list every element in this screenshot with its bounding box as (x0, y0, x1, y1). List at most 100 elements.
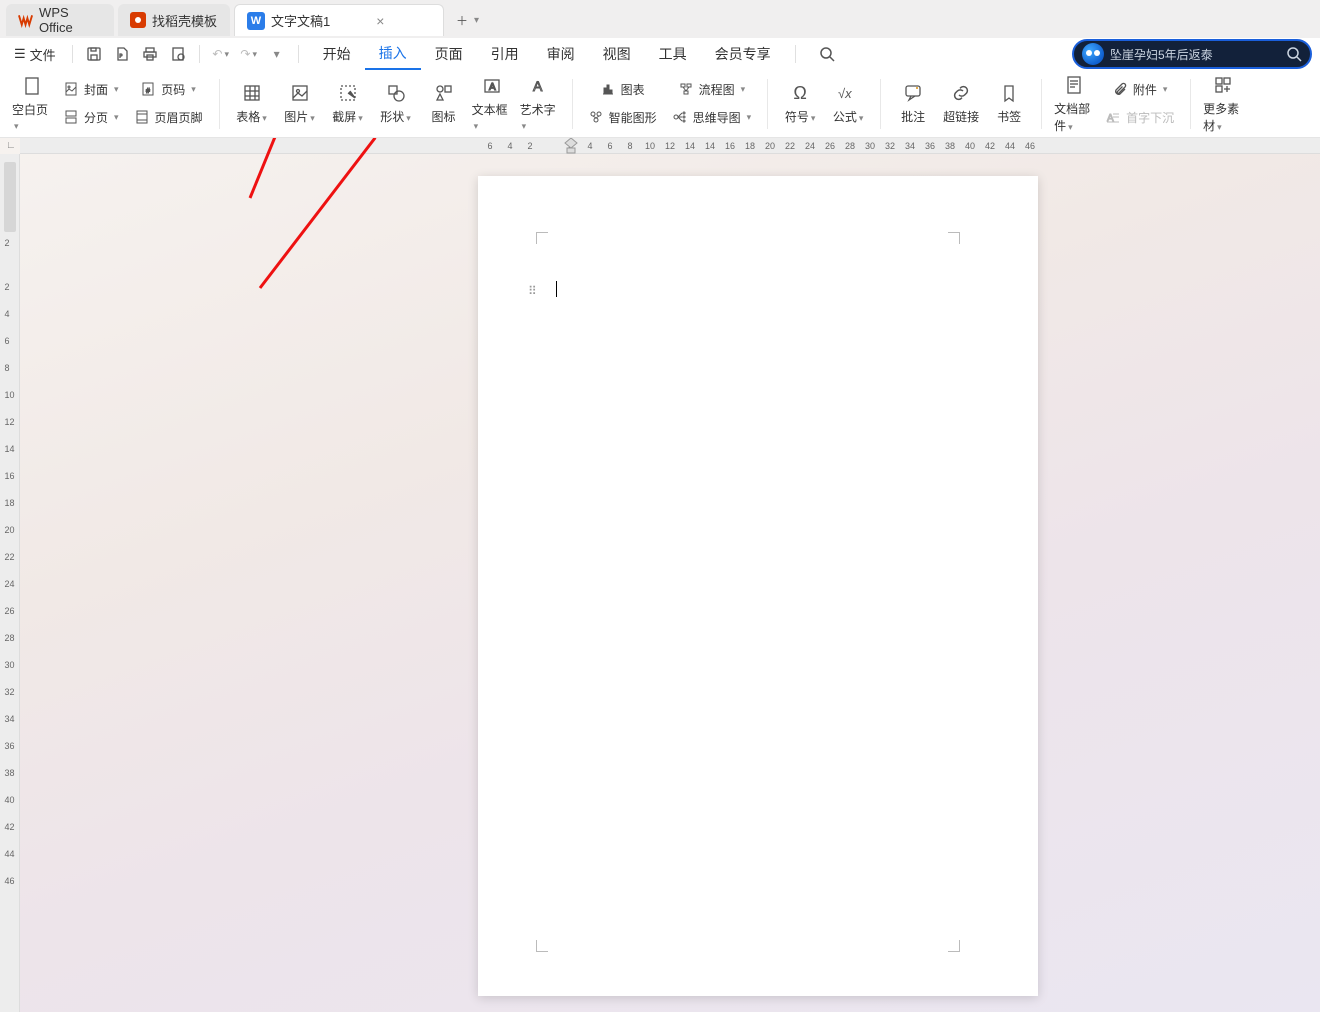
menu-tab-review[interactable]: 审阅 (533, 38, 589, 70)
screenshot-button[interactable]: 截屏 (328, 82, 368, 125)
separator (795, 45, 796, 63)
menu-tabs: 开始 插入 页面 引用 审阅 视图 工具 会员专享 (309, 38, 785, 70)
separator (219, 79, 220, 129)
separator (1041, 79, 1042, 129)
annotation-arrow (240, 138, 390, 293)
redo-button[interactable]: ↷ (238, 43, 260, 65)
doc-part-button[interactable]: 文档部件 (1054, 74, 1094, 134)
header-footer-button[interactable]: 页眉页脚 (135, 106, 203, 130)
table-button[interactable]: 表格 (232, 82, 272, 125)
horizontal-ruler[interactable]: 6422468101214141618202224262830323436384… (20, 138, 1320, 154)
wordart-icon: A (529, 75, 551, 97)
menu-tab-label: 审阅 (547, 44, 575, 64)
chevron-down-icon: ▾ (274, 47, 280, 61)
print-preview-icon (170, 46, 186, 62)
app-tab-label: WPS Office (39, 5, 102, 35)
menu-tab-member[interactable]: 会员专享 (701, 38, 785, 70)
ruler-tick: 6 (480, 141, 500, 151)
app-tab-wps[interactable]: WPS Office (6, 4, 114, 36)
app-tab-label: 文字文稿1 (271, 11, 330, 30)
vertical-ruler[interactable]: 2246810121416182022242628303234363840424… (0, 154, 20, 1012)
drop-cap-icon: A (1106, 110, 1122, 126)
close-tab-icon[interactable]: × (376, 13, 384, 29)
icon-library-button[interactable]: 图标 (424, 82, 464, 125)
ruler-tick: 28 (840, 141, 860, 151)
ruler-tick: 14 (680, 141, 700, 151)
flowchart-label: 流程图 (699, 81, 735, 98)
more-qat-button[interactable]: ▾ (266, 43, 288, 65)
print-button[interactable] (139, 43, 161, 65)
hyperlink-button[interactable]: 超链接 (941, 82, 981, 125)
ruler-tick: 44 (1000, 141, 1020, 151)
text-cursor (556, 281, 557, 297)
smart-shape-button[interactable]: 智能图形 (589, 106, 657, 130)
template-logo-icon (130, 12, 146, 28)
shape-button[interactable]: 形状 (376, 82, 416, 125)
more-material-icon (1212, 74, 1234, 96)
page-number-button[interactable]: #页码 (141, 78, 196, 102)
drop-cap-button: A首字下沉 (1106, 106, 1174, 130)
paragraph-handle-icon[interactable]: ⠿ (528, 284, 537, 298)
ai-search-box[interactable] (1072, 39, 1312, 69)
more-material-button[interactable]: 更多素材 (1203, 74, 1243, 134)
separator (767, 79, 768, 129)
print-icon (142, 46, 158, 62)
ruler-tick: 28 (4, 633, 14, 643)
export-pdf-button[interactable] (111, 43, 133, 65)
ruler-tick: 6 (600, 141, 620, 151)
undo-button[interactable]: ↶ (210, 43, 232, 65)
text-box-label: 文本框 (472, 101, 512, 132)
attachment-button[interactable]: 附件 (1113, 78, 1168, 102)
icon-library-icon (433, 82, 455, 104)
comment-button[interactable]: 批注 (893, 82, 933, 125)
file-menu[interactable]: ☰ 文件 (8, 45, 62, 64)
cover-button[interactable]: 封面 (64, 78, 119, 102)
table-label: 表格 (236, 108, 267, 125)
bookmark-button[interactable]: 书签 (989, 82, 1029, 125)
ruler-tick: 8 (620, 141, 640, 151)
text-box-icon: A (481, 75, 503, 97)
formula-button[interactable]: √x公式 (828, 82, 868, 125)
ai-avatar-icon (1082, 43, 1104, 65)
margin-corner (536, 232, 548, 244)
margin-corner (948, 232, 960, 244)
chart-button[interactable]: 图表 (601, 78, 645, 102)
search-icon (819, 46, 835, 62)
image-button[interactable]: 图片 (280, 82, 320, 125)
chevron-down-icon: ▾ (474, 15, 479, 26)
flowchart-button[interactable]: 流程图 (679, 78, 746, 102)
menu-tab-page[interactable]: 页面 (421, 38, 477, 70)
ruler-tick: 22 (780, 141, 800, 151)
app-tab-document[interactable]: W 文字文稿1 × (234, 4, 444, 36)
new-tab-button[interactable]: ＋ ▾ (456, 12, 479, 29)
menu-tab-reference[interactable]: 引用 (477, 38, 533, 70)
comment-icon (902, 82, 924, 104)
page-break-button[interactable]: 分页 (64, 106, 119, 130)
ruler-indent-marker[interactable] (564, 138, 578, 154)
comment-label: 批注 (901, 108, 925, 125)
search-button[interactable] (816, 43, 838, 65)
page-number-label: 页码 (161, 81, 185, 98)
redo-icon: ↷ (240, 47, 250, 61)
text-box-button[interactable]: A 文本框 (472, 75, 512, 132)
menu-tab-view[interactable]: 视图 (589, 38, 645, 70)
ruler-tick: 30 (4, 660, 14, 670)
menu-tab-insert[interactable]: 插入 (365, 38, 421, 70)
save-button[interactable] (83, 43, 105, 65)
blank-page-button[interactable]: 空白页 (12, 75, 52, 132)
app-tab-template[interactable]: 找稻壳模板 (118, 4, 230, 36)
mindmap-button[interactable]: 思维导图 (673, 106, 752, 130)
document-page[interactable]: ⠿ (478, 176, 1038, 996)
ruler-tick: 12 (660, 141, 680, 151)
screenshot-icon (337, 82, 359, 104)
ruler-tick: 40 (960, 141, 980, 151)
print-preview-button[interactable] (167, 43, 189, 65)
ai-search-input[interactable] (1110, 47, 1280, 61)
search-icon[interactable] (1286, 46, 1302, 62)
ruler-tick: 2 (4, 238, 14, 248)
menu-tab-start[interactable]: 开始 (309, 38, 365, 70)
wordart-button[interactable]: A艺术字 (520, 75, 560, 132)
symbol-button[interactable]: Ω符号 (780, 82, 820, 125)
doc-logo-icon: W (247, 12, 265, 30)
menu-tab-tool[interactable]: 工具 (645, 38, 701, 70)
